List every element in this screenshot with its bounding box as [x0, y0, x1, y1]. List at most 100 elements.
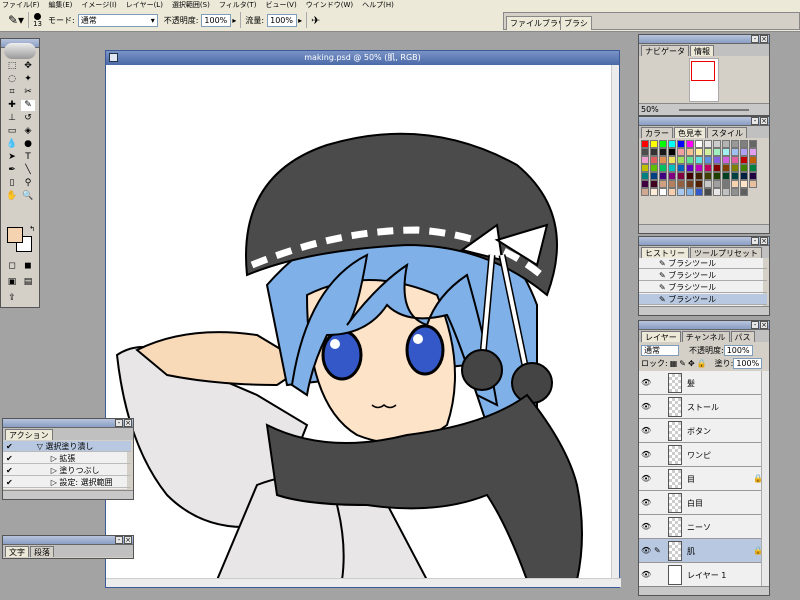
color-swatch[interactable]: [641, 172, 649, 180]
color-swatch[interactable]: [659, 164, 667, 172]
color-swatch[interactable]: [713, 172, 721, 180]
color-swatch[interactable]: [704, 156, 712, 164]
layer-row-selected[interactable]: 👁 ✎ 肌 🔒: [639, 539, 763, 563]
layer-row[interactable]: 👁 ストール: [639, 395, 763, 419]
minimize-icon[interactable]: -: [751, 237, 759, 245]
flow-field[interactable]: 100%: [267, 13, 298, 27]
color-swatch[interactable]: [659, 180, 667, 188]
color-swatch[interactable]: [641, 148, 649, 156]
pen-tool-icon[interactable]: ✒: [5, 165, 19, 176]
color-swatch[interactable]: [659, 172, 667, 180]
color-swatch[interactable]: [686, 164, 694, 172]
color-swatch[interactable]: [641, 164, 649, 172]
tab-styles[interactable]: スタイル: [707, 127, 747, 138]
marquee-tool-icon[interactable]: ⬚: [5, 61, 19, 72]
line-tool-icon[interactable]: ╲: [21, 165, 35, 176]
tab-color[interactable]: カラー: [641, 127, 673, 138]
color-swatch[interactable]: [650, 148, 658, 156]
color-swatch[interactable]: [704, 164, 712, 172]
layer-row[interactable]: 👁 髪: [639, 371, 763, 395]
minimize-icon[interactable]: -: [115, 536, 123, 544]
color-swatch[interactable]: [650, 188, 658, 196]
color-swatch[interactable]: [731, 164, 739, 172]
close-icon[interactable]: ×: [124, 419, 132, 427]
color-swatch[interactable]: [686, 156, 694, 164]
tab-history[interactable]: ヒストリー: [641, 247, 689, 258]
color-swatch[interactable]: [695, 140, 703, 148]
color-swatch[interactable]: [731, 180, 739, 188]
color-swatch[interactable]: [749, 180, 757, 188]
color-swatch[interactable]: [713, 164, 721, 172]
layer-row[interactable]: 👁 ボタン: [639, 419, 763, 443]
tab-paths[interactable]: パス: [730, 331, 755, 342]
screen-mode-full-icon[interactable]: ▤: [21, 277, 35, 288]
flow-slider-arrow-icon[interactable]: ▸: [298, 16, 302, 25]
tab-channels[interactable]: チャンネル: [681, 331, 730, 342]
tab-paragraph[interactable]: 段落: [30, 546, 54, 557]
history-item[interactable]: ✎ ブラシツール: [639, 270, 767, 281]
eyedropper-tool-icon[interactable]: ⚲: [21, 178, 35, 189]
photoshop-logo-icon[interactable]: [4, 43, 36, 59]
color-swatch[interactable]: [722, 148, 730, 156]
color-swatch[interactable]: [695, 172, 703, 180]
color-swatch[interactable]: [650, 172, 658, 180]
action-row[interactable]: ✔ ▷ 設定: 選択範囲: [3, 477, 131, 488]
blur-tool-icon[interactable]: 💧: [5, 139, 19, 150]
minimize-icon[interactable]: -: [751, 35, 759, 43]
color-swatch[interactable]: [695, 148, 703, 156]
tab-character[interactable]: 文字: [5, 546, 29, 557]
color-swatch[interactable]: [749, 164, 757, 172]
crop-tool-icon[interactable]: ⌗: [5, 87, 19, 98]
color-swatch[interactable]: [713, 180, 721, 188]
stamp-tool-icon[interactable]: ⊥: [5, 113, 19, 124]
color-swatch[interactable]: [650, 156, 658, 164]
history-brush-tool-icon[interactable]: ↺: [21, 113, 35, 124]
document-titlebar[interactable]: making.psd @ 50% (肌, RGB): [106, 51, 619, 65]
color-swatch[interactable]: [740, 188, 748, 196]
color-swatch[interactable]: [749, 140, 757, 148]
color-swatch[interactable]: [686, 180, 694, 188]
eye-icon[interactable]: 👁: [641, 426, 651, 435]
eye-icon[interactable]: 👁: [641, 474, 651, 483]
layer-row[interactable]: 👁 ワンピ: [639, 443, 763, 467]
color-swatch[interactable]: [668, 164, 676, 172]
layer-opacity-field[interactable]: 100%: [723, 344, 753, 356]
vertical-scrollbar[interactable]: [611, 65, 619, 580]
color-swatch[interactable]: [722, 140, 730, 148]
color-swatch[interactable]: [677, 188, 685, 196]
layer-row[interactable]: 👁 目 🔒: [639, 467, 763, 491]
history-item[interactable]: ✎ ブラシツール: [639, 282, 767, 293]
color-swatch[interactable]: [740, 148, 748, 156]
eye-icon[interactable]: 👁: [641, 402, 651, 411]
lock-all-icon[interactable]: 🔒: [697, 359, 707, 368]
color-swatch[interactable]: [686, 140, 694, 148]
color-swatch[interactable]: [704, 188, 712, 196]
blend-mode-select[interactable]: 通常: [641, 344, 679, 356]
brush-tool-preset-icon[interactable]: ✎▾: [8, 13, 24, 27]
color-swatch[interactable]: [731, 140, 739, 148]
type-tool-icon[interactable]: T: [21, 152, 35, 163]
paint-bucket-tool-icon[interactable]: ◈: [21, 126, 35, 137]
navigator-zoom[interactable]: 50%: [641, 105, 659, 114]
slice-tool-icon[interactable]: ✂: [21, 87, 35, 98]
lock-position-icon[interactable]: ✥: [688, 359, 695, 368]
color-swatch[interactable]: [731, 188, 739, 196]
close-icon[interactable]: ×: [760, 321, 768, 329]
color-swatch[interactable]: [677, 148, 685, 156]
action-row[interactable]: ✔ ▷ 塗りつぶし: [3, 465, 131, 476]
navigator-view-box[interactable]: [691, 61, 715, 81]
eye-icon[interactable]: 👁: [641, 450, 651, 459]
brush-picker[interactable]: 13: [33, 12, 42, 28]
color-swatch[interactable]: [677, 164, 685, 172]
color-swatch[interactable]: [650, 180, 658, 188]
color-swatch[interactable]: [641, 140, 649, 148]
swap-colors-icon[interactable]: ↰: [25, 224, 39, 235]
color-swatch[interactable]: [668, 172, 676, 180]
color-swatch[interactable]: [677, 140, 685, 148]
layer-row[interactable]: 👁 レイヤー 1: [639, 563, 763, 586]
color-swatch[interactable]: [668, 188, 676, 196]
lasso-tool-icon[interactable]: ◌: [5, 74, 19, 85]
tab-swatches[interactable]: 色見本: [674, 127, 706, 138]
color-swatch[interactable]: [677, 180, 685, 188]
layers-scrollbar[interactable]: [761, 371, 769, 586]
